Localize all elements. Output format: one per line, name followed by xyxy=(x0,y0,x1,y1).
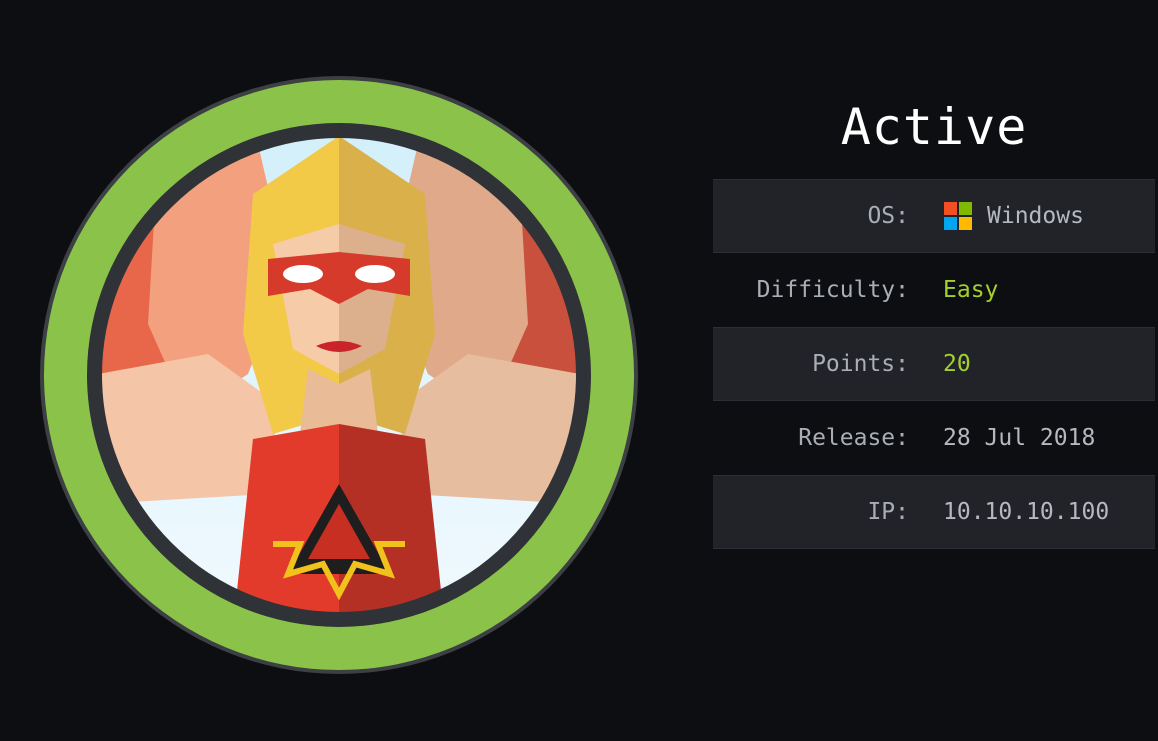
os-label: OS: xyxy=(867,203,909,229)
info-row-ip: IP: 10.10.10.100 xyxy=(713,475,1155,549)
info-row-points: Points: 20 xyxy=(713,327,1155,401)
info-row-difficulty: Difficulty: Easy xyxy=(713,253,1155,327)
points-label: Points: xyxy=(812,351,909,377)
ip-label: IP: xyxy=(867,499,909,525)
release-value: 28 Jul 2018 xyxy=(943,425,1096,451)
machine-card: Active OS: Windows Difficulty: Easy Poin… xyxy=(0,0,1158,741)
info-row-release: Release: 28 Jul 2018 xyxy=(713,401,1155,475)
ip-value: 10.10.10.100 xyxy=(943,499,1110,525)
os-name: Windows xyxy=(987,203,1084,229)
info-row-os: OS: Windows xyxy=(713,179,1155,253)
os-value: Windows xyxy=(943,201,1084,231)
avatar-illustration xyxy=(40,76,638,674)
machine-info-table: OS: Windows Difficulty: Easy Points: 20 … xyxy=(713,179,1155,549)
windows-logo-icon xyxy=(944,202,972,230)
release-label: Release: xyxy=(798,425,909,451)
machine-name: Active xyxy=(840,98,1028,156)
machine-avatar xyxy=(38,74,640,676)
difficulty-label: Difficulty: xyxy=(756,277,909,303)
difficulty-value: Easy xyxy=(943,277,999,303)
points-value: 20 xyxy=(943,351,971,377)
